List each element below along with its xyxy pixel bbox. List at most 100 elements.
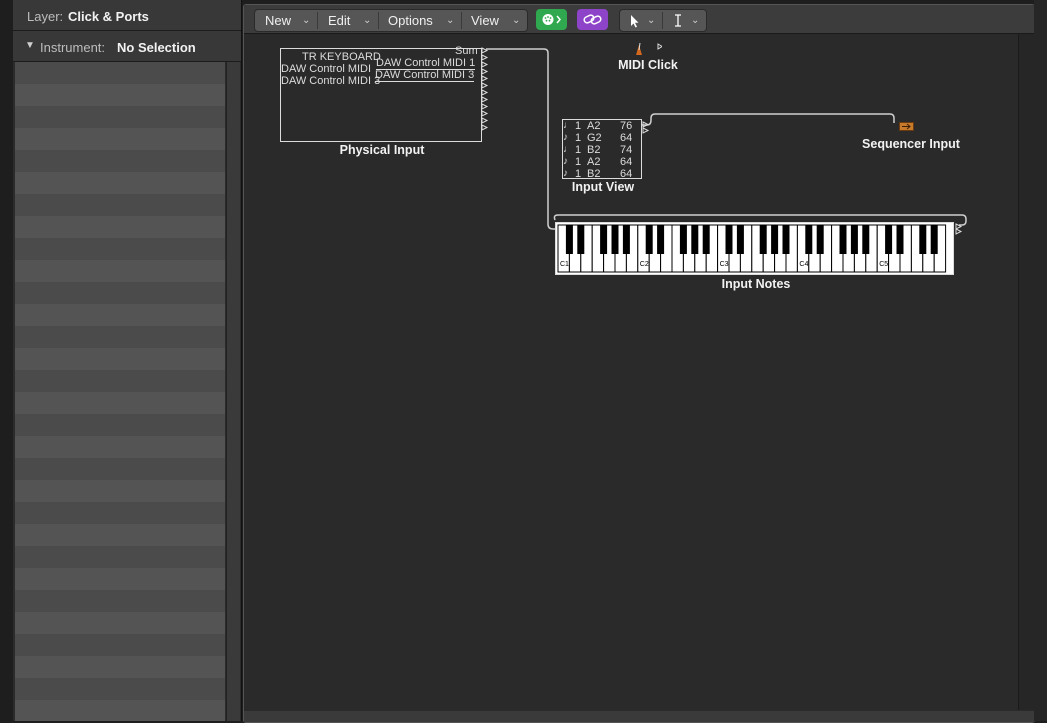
black-key[interactable] bbox=[679, 225, 687, 254]
black-key[interactable] bbox=[622, 225, 630, 254]
input-view-list: ♩ 1 A2 76 ♪ 1 G2 64 ♩ 1 B2 74 ♪ 1 A2 64 … bbox=[563, 120, 643, 180]
output-port-icon[interactable] bbox=[955, 223, 963, 235]
black-key[interactable] bbox=[850, 225, 858, 254]
inspector-list-area bbox=[15, 62, 225, 721]
input-view-label: Input View bbox=[571, 180, 635, 194]
inspector-panel: Layer: Click & Ports ▼ Instrument: No Se… bbox=[13, 0, 242, 721]
instrument-value: No Selection bbox=[117, 40, 196, 55]
note-icon: ♩ bbox=[563, 144, 573, 155]
sequencer-input-icon[interactable] bbox=[899, 122, 915, 132]
note-off-icon: ♪ bbox=[563, 132, 568, 143]
background-edge bbox=[1034, 0, 1047, 721]
link-icon bbox=[583, 14, 602, 25]
note-name: G2 bbox=[587, 132, 602, 144]
black-key[interactable] bbox=[782, 225, 790, 254]
input-notes-keyboard[interactable]: C1 C2 C3 C4 C5 bbox=[555, 222, 954, 275]
chevron-down-icon: ⌄ bbox=[446, 15, 455, 26]
toolbar: New ⌄ Edit ⌄ Options ⌄ View ⌄ ⌄ ⌄ bbox=[244, 5, 1034, 34]
vertical-scrollbar[interactable] bbox=[1018, 34, 1034, 710]
midi-click-label: MIDI Click bbox=[618, 58, 678, 72]
black-key[interactable] bbox=[862, 225, 870, 254]
output-port-icon[interactable] bbox=[642, 121, 650, 135]
input-notes-label: Input Notes bbox=[721, 277, 791, 291]
link-button[interactable] bbox=[577, 9, 608, 30]
black-key[interactable] bbox=[565, 225, 573, 254]
layer-row[interactable]: Layer: Click & Ports bbox=[13, 0, 241, 31]
note-name: B2 bbox=[587, 168, 601, 180]
view-menu[interactable]: View ⌄ bbox=[462, 10, 527, 31]
environment-canvas[interactable]: TR KEYBOARD DAW Control MIDI DAW Control… bbox=[244, 34, 1017, 710]
channel: 1 bbox=[575, 156, 582, 168]
black-key[interactable] bbox=[816, 225, 824, 254]
black-key[interactable] bbox=[885, 225, 893, 254]
input-view-row: ♩ 1 B2 74 bbox=[563, 144, 643, 156]
black-key[interactable] bbox=[657, 225, 665, 254]
edit-menu[interactable]: Edit ⌄ bbox=[318, 10, 378, 31]
black-key[interactable] bbox=[930, 225, 938, 254]
octave-label: C1 bbox=[560, 261, 569, 268]
black-key[interactable] bbox=[839, 225, 847, 254]
new-menu[interactable]: New ⌄ bbox=[255, 10, 317, 31]
black-key[interactable] bbox=[896, 225, 904, 254]
options-menu[interactable]: Options ⌄ bbox=[379, 10, 461, 31]
metronome-icon[interactable] bbox=[634, 42, 662, 56]
midi-port-icon bbox=[542, 14, 561, 25]
input-view-row: ♩ 1 A2 76 bbox=[563, 120, 643, 132]
new-menu-label: New bbox=[265, 13, 292, 28]
pointer-tool-menu[interactable]: ⌄ bbox=[620, 10, 662, 31]
black-key[interactable] bbox=[759, 225, 767, 254]
view-menu-label: View bbox=[471, 13, 499, 28]
velocity: 64 bbox=[620, 168, 633, 180]
black-key[interactable] bbox=[702, 225, 710, 254]
octave-label: C5 bbox=[879, 261, 888, 268]
menu-group: New ⌄ Edit ⌄ Options ⌄ View ⌄ bbox=[254, 9, 528, 32]
piano-keys: C1 C2 C3 C4 C5 bbox=[557, 224, 947, 273]
note-icon: ♩ bbox=[563, 120, 573, 131]
chevron-down-icon: ⌄ bbox=[512, 15, 521, 26]
black-key[interactable] bbox=[600, 225, 608, 254]
sequencer-input-label: Sequencer Input bbox=[862, 137, 960, 151]
octave-label: C2 bbox=[640, 261, 649, 268]
velocity: 76 bbox=[620, 120, 633, 132]
note-name: A2 bbox=[587, 120, 601, 132]
chevron-down-icon: ⌄ bbox=[691, 15, 700, 26]
chevron-down-icon: ⌄ bbox=[363, 15, 372, 26]
disclosure-triangle-icon[interactable]: ▼ bbox=[25, 40, 35, 51]
octave-label: C4 bbox=[799, 261, 808, 268]
velocity: 74 bbox=[620, 144, 633, 156]
instrument-row[interactable]: ▼ Instrument: No Selection bbox=[13, 31, 241, 62]
input-view-row: ♪ 1 A2 64 bbox=[563, 156, 643, 168]
black-key[interactable] bbox=[771, 225, 779, 254]
options-menu-label: Options bbox=[388, 13, 433, 28]
input-view-row: ♪ 1 B2 64 bbox=[563, 168, 643, 180]
edit-menu-label: Edit bbox=[328, 13, 351, 28]
channel: 1 bbox=[575, 120, 582, 132]
velocity: 64 bbox=[620, 156, 633, 168]
instrument-label: Instrument: bbox=[40, 40, 106, 55]
channel: 1 bbox=[575, 132, 582, 144]
tool-group: ⌄ ⌄ bbox=[619, 9, 707, 32]
channel: 1 bbox=[575, 144, 582, 156]
black-key[interactable] bbox=[577, 225, 585, 254]
layer-value: Click & Ports bbox=[68, 9, 149, 24]
text-tool-menu[interactable]: ⌄ bbox=[663, 10, 706, 31]
velocity: 64 bbox=[620, 132, 633, 144]
black-key[interactable] bbox=[645, 225, 653, 254]
black-key[interactable] bbox=[919, 225, 927, 254]
midi-thru-button[interactable] bbox=[536, 9, 567, 30]
text-cursor-icon bbox=[675, 14, 681, 27]
horizontal-scrollbar[interactable] bbox=[244, 711, 1034, 722]
note-off-icon: ♪ bbox=[563, 168, 568, 179]
black-key[interactable] bbox=[691, 225, 699, 254]
chevron-down-icon: ⌄ bbox=[647, 15, 656, 26]
layer-label: Layer: bbox=[27, 9, 64, 24]
octave-label: C3 bbox=[720, 261, 729, 268]
black-key[interactable] bbox=[805, 225, 813, 254]
note-name: A2 bbox=[587, 156, 601, 168]
environment-window: New ⌄ Edit ⌄ Options ⌄ View ⌄ ⌄ ⌄ TR KEY… bbox=[243, 4, 1035, 723]
input-view-row: ♪ 1 G2 64 bbox=[563, 132, 643, 144]
black-key[interactable] bbox=[725, 225, 733, 254]
inspector-scrollbar[interactable] bbox=[226, 62, 240, 721]
black-key[interactable] bbox=[736, 225, 744, 254]
black-key[interactable] bbox=[611, 225, 619, 254]
